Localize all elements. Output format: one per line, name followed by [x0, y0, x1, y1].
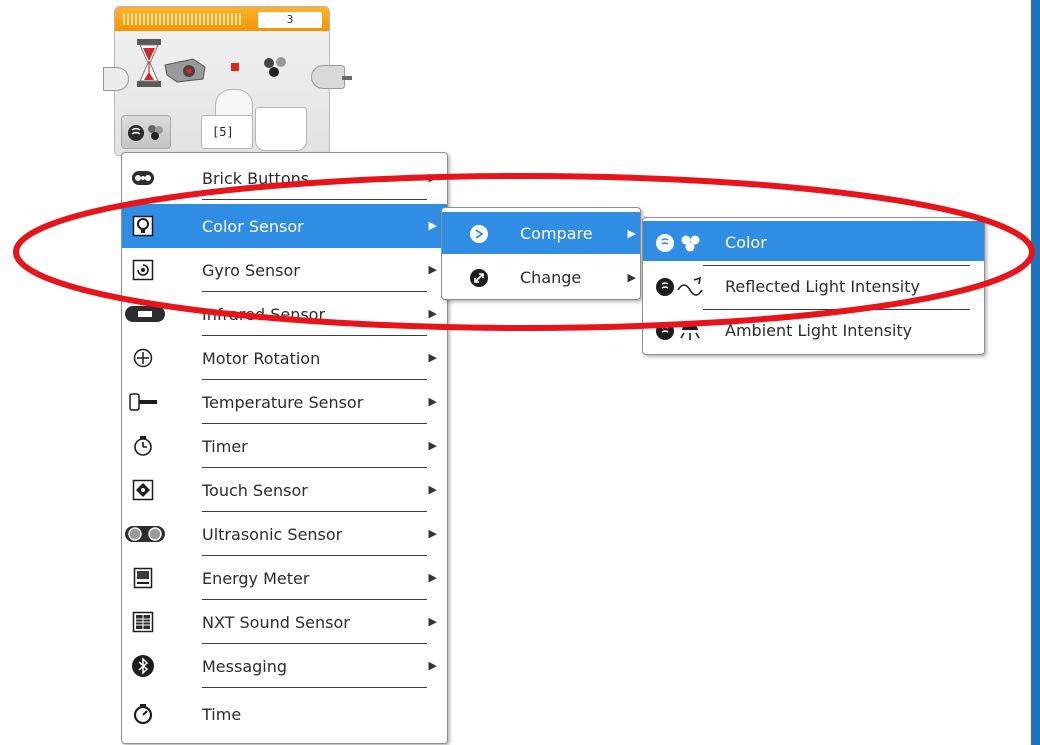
change-icon	[464, 264, 494, 292]
parameter-input-head	[215, 89, 253, 117]
block-header[interactable]: 3	[115, 7, 329, 31]
sequence-output-plug[interactable]	[311, 65, 352, 89]
submenu-arrow-icon: ▶	[428, 219, 437, 232]
submenu-arrow-icon: ▶	[428, 351, 437, 364]
motor-rotation-icon	[128, 344, 158, 372]
submenu-arrow-icon: ▶	[428, 659, 437, 672]
menu-item-infrared-sensor[interactable]: Infrared Sensor ▶	[122, 292, 447, 336]
nxt-sound-sensor-icon	[128, 608, 158, 636]
menu-item-touch-sensor[interactable]: Touch Sensor ▶	[122, 468, 447, 512]
menu-item-label: Energy Meter	[202, 569, 310, 588]
menu-item-label: Motor Rotation	[202, 349, 321, 368]
separator	[703, 309, 970, 310]
mode-item-label: Ambient Light Intensity	[725, 321, 913, 340]
submenu-arrow-icon: ▶	[428, 571, 437, 584]
menu-item-energy-meter[interactable]: Energy Meter ▶	[122, 556, 447, 600]
menu-item-label: Brick Buttons	[202, 169, 310, 188]
submenu-item-label: Change	[520, 268, 582, 287]
color-mode-submenu: Color Reflected Light Intensity Ambient …	[642, 217, 985, 355]
submenu-item-compare[interactable]: Compare ▶	[442, 212, 640, 254]
menu-item-label: Temperature Sensor	[202, 393, 364, 412]
menu-item-label: Messaging	[202, 657, 288, 676]
energy-meter-icon	[128, 564, 158, 592]
touch-sensor-icon	[128, 476, 158, 504]
mode-item-label: Color	[725, 233, 767, 252]
hourglass-icon	[137, 39, 161, 87]
sensor-category-menu: Brick Buttons ▶ Color Sensor ▶ Gyro Sens…	[121, 152, 448, 744]
submenu-arrow-icon: ▶	[627, 227, 636, 240]
infrared-sensor-icon	[124, 300, 166, 328]
parameter-value: [5]	[212, 125, 234, 139]
parameter-input[interactable]: [5]	[201, 115, 253, 149]
menu-item-temperature-sensor[interactable]: Temperature Sensor ▶	[122, 380, 447, 424]
menu-item-nxt-sound-sensor[interactable]: NXT Sound Sensor ▶	[122, 600, 447, 644]
block-number: 3	[258, 12, 322, 28]
menu-item-ultrasonic-sensor[interactable]: Ultrasonic Sensor ▶	[122, 512, 447, 556]
wait-block[interactable]: 3 [5]	[103, 6, 352, 156]
mode-item-ambient-light[interactable]: Ambient Light Intensity	[643, 309, 984, 351]
gyro-sensor-icon	[128, 256, 158, 284]
submenu-arrow-icon: ▶	[428, 527, 437, 540]
compare-icon	[464, 220, 494, 248]
color-dots-icon	[264, 57, 286, 77]
submenu-arrow-icon: ▶	[428, 439, 437, 452]
window-edge-bar	[1031, 0, 1040, 745]
menu-item-label: Gyro Sensor	[202, 261, 300, 280]
time-icon	[128, 700, 158, 728]
separator	[202, 199, 427, 200]
parameter-output-port[interactable]	[255, 107, 307, 151]
menu-item-label: Infrared Sensor	[202, 305, 326, 324]
ultrasonic-sensor-icon	[124, 520, 166, 548]
red-indicator	[231, 63, 239, 71]
menu-item-brick-buttons[interactable]: Brick Buttons ▶	[122, 156, 447, 200]
brick-buttons-icon	[128, 164, 158, 192]
temperature-sensor-icon	[128, 388, 158, 416]
menu-item-messaging[interactable]: Messaging ▶	[122, 644, 447, 688]
submenu-item-change[interactable]: Change ▶	[442, 256, 640, 298]
menu-item-label: Color Sensor	[202, 217, 304, 236]
color-sensor-block-icon	[164, 58, 206, 83]
block-grip[interactable]	[123, 13, 241, 25]
submenu-arrow-icon: ▶	[428, 395, 437, 408]
menu-item-gyro-sensor[interactable]: Gyro Sensor ▶	[122, 248, 447, 292]
operation-submenu: Compare ▶ Change ▶	[441, 207, 641, 300]
bluetooth-icon	[128, 652, 158, 680]
separator	[703, 265, 970, 266]
mode-item-reflected-light[interactable]: Reflected Light Intensity	[643, 265, 984, 307]
submenu-arrow-icon: ▶	[428, 171, 437, 184]
menu-item-label: Touch Sensor	[202, 481, 308, 500]
mode-selector-button[interactable]	[121, 115, 171, 149]
color-mode-icon	[653, 229, 705, 257]
mode-item-color[interactable]: Color	[643, 221, 984, 261]
mode-item-label: Reflected Light Intensity	[725, 277, 920, 296]
ambient-light-icon	[653, 317, 705, 345]
menu-item-label: Time	[202, 705, 242, 724]
submenu-arrow-icon: ▶	[627, 271, 636, 284]
submenu-item-label: Compare	[520, 224, 593, 243]
menu-item-label: Timer	[202, 437, 248, 456]
menu-item-label: Ultrasonic Sensor	[202, 525, 343, 544]
menu-item-motor-rotation[interactable]: Motor Rotation ▶	[122, 336, 447, 380]
menu-item-time[interactable]: Time	[122, 692, 447, 736]
submenu-arrow-icon: ▶	[428, 307, 437, 320]
timer-icon	[128, 432, 158, 460]
reflected-light-icon	[653, 273, 705, 301]
color-sensor-icon	[128, 212, 158, 240]
separator	[202, 687, 427, 688]
menu-item-timer[interactable]: Timer ▶	[122, 424, 447, 468]
color-mode-icon	[128, 125, 163, 141]
sequence-input-plug[interactable]	[103, 67, 129, 91]
menu-item-label: NXT Sound Sensor	[202, 613, 350, 632]
submenu-arrow-icon: ▶	[428, 483, 437, 496]
submenu-arrow-icon: ▶	[428, 263, 437, 276]
menu-item-color-sensor[interactable]: Color Sensor ▶	[122, 204, 447, 248]
submenu-arrow-icon: ▶	[428, 615, 437, 628]
